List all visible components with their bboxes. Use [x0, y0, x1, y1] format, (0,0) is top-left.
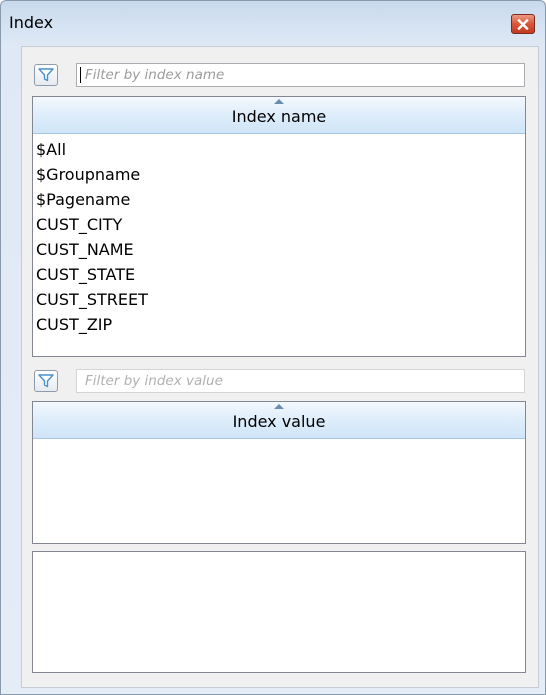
list-item[interactable]: $Groupname	[33, 162, 525, 187]
index-name-column-header[interactable]: Index name	[33, 97, 525, 134]
index-value-list[interactable]: Index value	[32, 401, 526, 544]
index-value-column-header[interactable]: Index value	[33, 402, 525, 439]
list-item[interactable]: CUST_NAME	[33, 237, 525, 262]
sort-ascending-icon	[274, 404, 284, 409]
index-value-header-label: Index value	[232, 412, 326, 431]
value-filter-input[interactable]	[76, 369, 525, 393]
close-button[interactable]	[511, 14, 535, 34]
list-item[interactable]: CUST_ZIP	[33, 312, 525, 337]
list-item[interactable]: CUST_STATE	[33, 262, 525, 287]
list-item[interactable]: CUST_CITY	[33, 212, 525, 237]
index-name-rows: $All $Groupname $Pagename CUST_CITY CUST…	[33, 137, 525, 337]
value-filter-button[interactable]	[34, 370, 58, 392]
index-name-list[interactable]: Index name $All $Groupname $Pagename CUS…	[32, 96, 526, 357]
funnel-icon	[38, 68, 54, 82]
window-title: Index	[9, 13, 54, 32]
list-item[interactable]: CUST_STREET	[33, 287, 525, 312]
list-item[interactable]: $Pagename	[33, 187, 525, 212]
detail-panel[interactable]	[32, 551, 526, 673]
text-caret	[80, 67, 81, 83]
funnel-icon	[38, 374, 54, 388]
name-filter-button[interactable]	[34, 64, 58, 86]
list-item[interactable]: $All	[33, 137, 525, 162]
name-filter-input[interactable]	[76, 63, 525, 87]
sort-ascending-icon	[274, 99, 284, 104]
index-name-header-label: Index name	[231, 107, 327, 126]
close-icon	[517, 18, 529, 30]
